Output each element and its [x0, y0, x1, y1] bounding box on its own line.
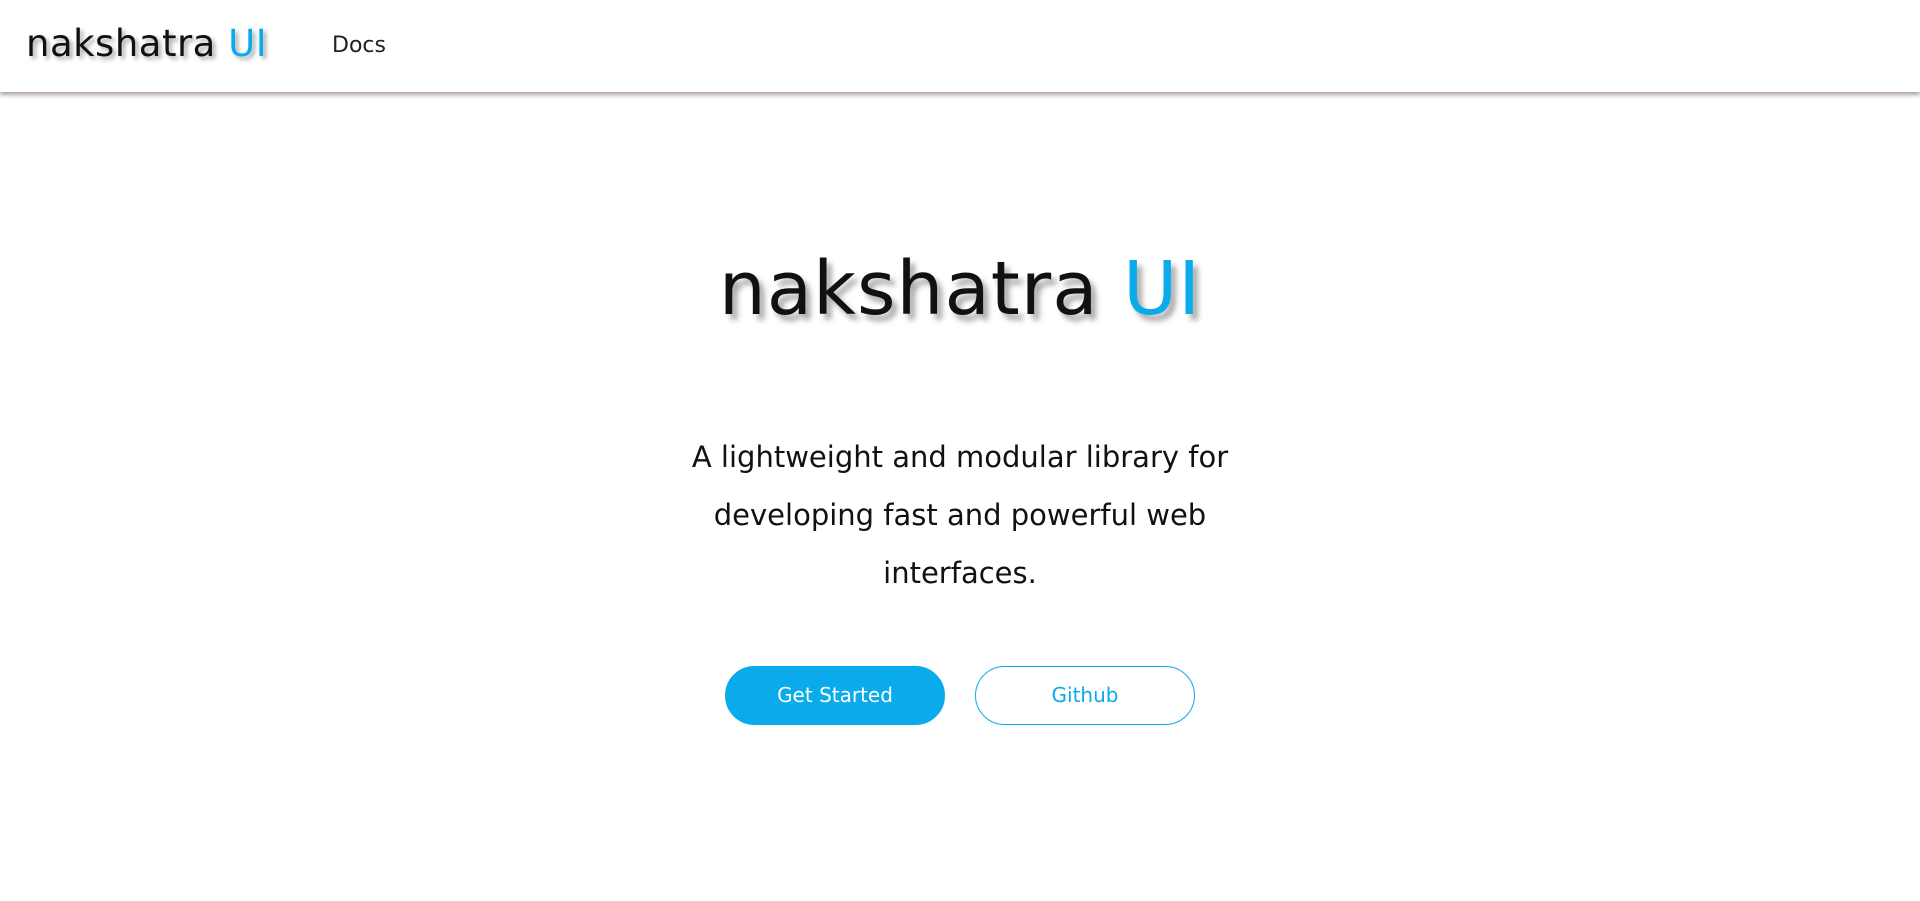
hero-actions: Get Started Github: [725, 665, 1195, 725]
github-button[interactable]: Github: [975, 665, 1195, 725]
brand-name: nakshatra: [26, 22, 216, 65]
hero-title-accent: UI: [1123, 246, 1202, 332]
brand-logo[interactable]: nakshatra UI: [26, 20, 267, 68]
hero-title-main: nakshatra: [718, 246, 1099, 332]
hero-section: nakshatra UI A lightweight and modular l…: [0, 92, 1920, 901]
nav-docs-link[interactable]: Docs: [332, 32, 386, 60]
top-navbar: nakshatra UI Docs: [0, 0, 1920, 92]
hero-title: nakshatra UI: [719, 244, 1201, 334]
hero-tagline: A lightweight and modular library for de…: [691, 439, 1229, 590]
brand-accent: UI: [228, 22, 268, 65]
get-started-button[interactable]: Get Started: [725, 665, 945, 725]
